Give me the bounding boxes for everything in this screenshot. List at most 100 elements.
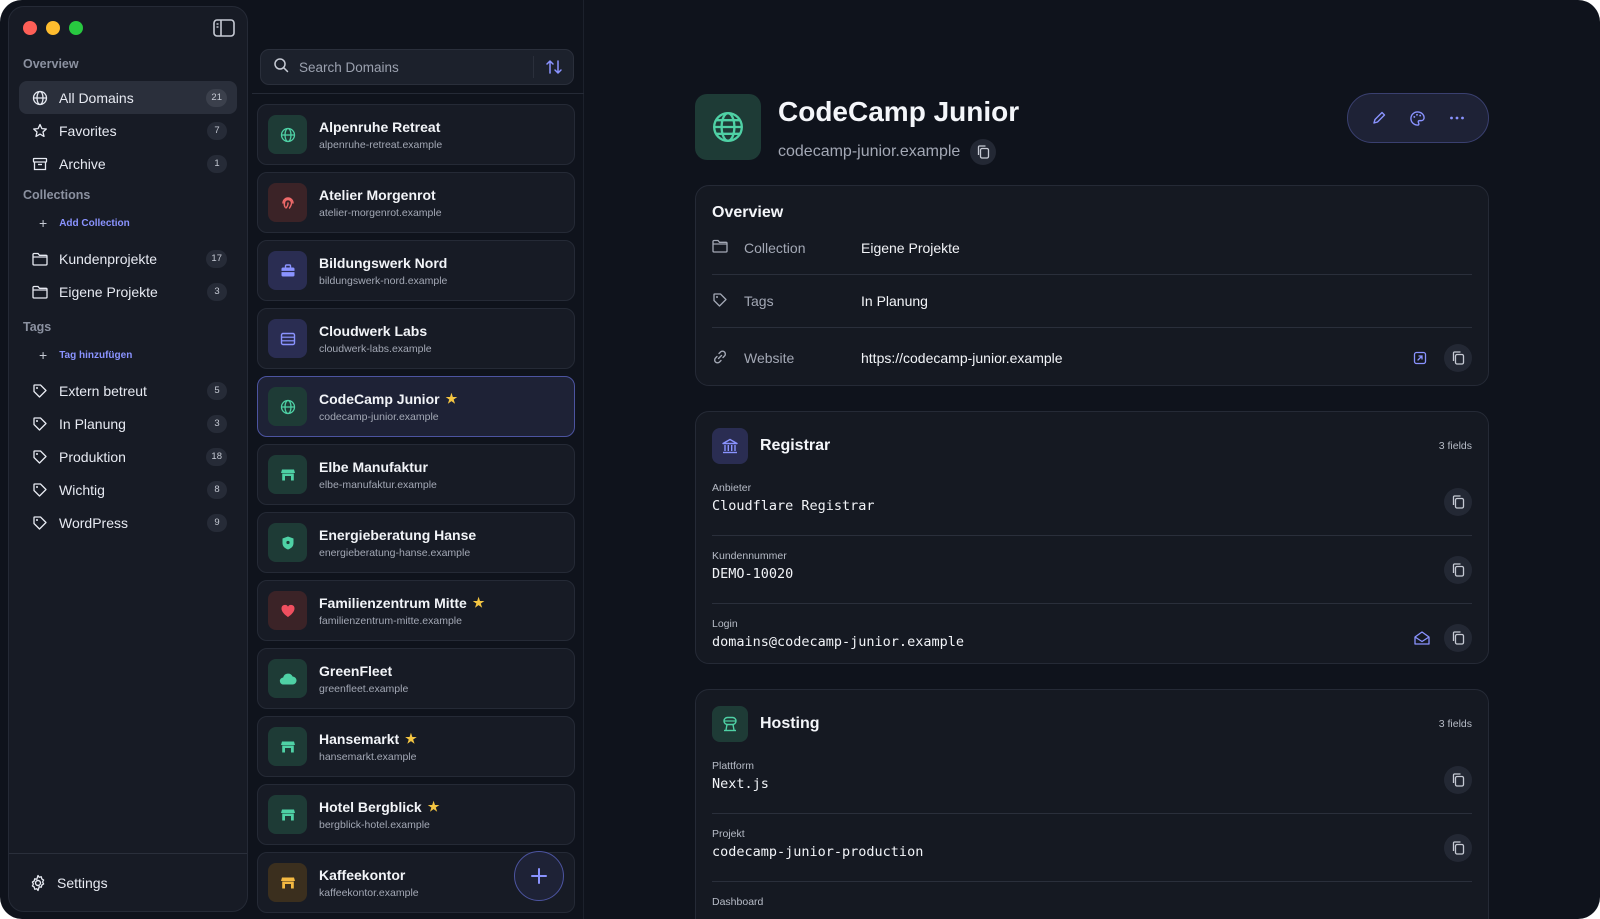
add-tag-button[interactable]: + Tag hinzufügen xyxy=(39,342,247,368)
domain-list-column: Alpenruhe Retreat alpenruhe-retreat.examp… xyxy=(252,0,584,919)
add-collection-label: Add Collection xyxy=(59,217,130,229)
favorite-star-icon: ★ xyxy=(405,730,417,746)
add-domain-button[interactable] xyxy=(514,851,564,901)
domain-name: Hotel Bergblick xyxy=(319,798,422,815)
store-icon xyxy=(268,795,307,834)
list-divider xyxy=(252,93,584,94)
hosting-panel: Hosting 3 fields Plattform Next.js Proje… xyxy=(695,689,1489,919)
search-bar xyxy=(260,49,574,85)
sidebar-item-eigene-projekte[interactable]: Eigene Projekte 3 xyxy=(19,275,237,308)
tag-icon xyxy=(31,415,49,433)
cloud-icon xyxy=(268,659,307,698)
overview-section: Overview All Domains 21 Favorites 7 Arch… xyxy=(9,57,247,180)
domain-card[interactable]: GreenFleet greenfleet.example xyxy=(257,648,575,709)
gear-icon xyxy=(29,874,47,892)
count-badge: 17 xyxy=(206,249,227,268)
sidebar-item-kundenprojekte[interactable]: Kundenprojekte 17 xyxy=(19,242,237,275)
count-badge: 5 xyxy=(207,381,227,400)
domain-name: Bildungswerk Nord xyxy=(319,254,448,271)
domain-url: codecamp-junior.example xyxy=(319,410,439,423)
domain-url: greenfleet.example xyxy=(319,682,409,695)
search-icon xyxy=(273,57,289,78)
copy-icon[interactable] xyxy=(970,139,997,165)
sort-icon[interactable] xyxy=(533,56,573,78)
copy-icon[interactable] xyxy=(1444,766,1472,794)
domain-card[interactable]: Energieberatung Hanse energieberatung-han… xyxy=(257,512,575,573)
overview-heading: Overview xyxy=(712,204,784,221)
copy-icon[interactable] xyxy=(1444,834,1472,862)
settings-button[interactable]: Settings xyxy=(9,853,247,911)
sidebar-item-tag[interactable]: Produktion 18 xyxy=(19,440,237,473)
domain-url: kaffeekontor.example xyxy=(319,886,419,899)
sidebar-item-label: Kundenprojekte xyxy=(59,250,158,267)
sidebar-item-label: Extern betreut xyxy=(59,382,147,399)
domain-card-selected[interactable]: CodeCamp Junior ★ codecamp-junior.example xyxy=(257,376,575,437)
registrar-heading: Registrar xyxy=(760,437,831,454)
overview-panel: Overview Collection Eigene Projekte Tags… xyxy=(695,185,1489,386)
window-controls xyxy=(23,21,83,35)
count-badge: 1 xyxy=(207,154,227,173)
zoom-window-button[interactable] xyxy=(69,21,83,35)
add-collection-button[interactable]: + Add Collection xyxy=(39,210,247,236)
field-label: Kundennummer xyxy=(712,550,787,562)
domain-url: bergblick-hotel.example xyxy=(319,818,430,831)
sidebar-item-tag[interactable]: Wichtig 8 xyxy=(19,473,237,506)
plus-icon: + xyxy=(39,215,48,231)
minimize-window-button[interactable] xyxy=(46,21,60,35)
domain-card[interactable]: Atelier Morgenrot atelier-morgenrot.examp… xyxy=(257,172,575,233)
sidebar-item-label: Eigene Projekte xyxy=(59,283,158,300)
count-badge: 3 xyxy=(207,282,227,301)
more-options-icon[interactable] xyxy=(1444,105,1470,131)
domain-card[interactable]: Elbe Manufaktur elbe-manufaktur.example xyxy=(257,444,575,505)
sidebar-item-archive[interactable]: Archive 1 xyxy=(19,147,237,180)
domain-card[interactable]: Hotel Bergblick ★ bergblick-hotel.example xyxy=(257,784,575,845)
domain-name: Cloudwerk Labs xyxy=(319,322,428,339)
sidebar-item-label: All Domains xyxy=(59,89,134,106)
store-icon xyxy=(268,727,307,766)
website-row: Website https://codecamp-junior.example xyxy=(712,331,1472,384)
copy-icon[interactable] xyxy=(1444,556,1472,584)
website-link[interactable]: https://codecamp-junior.example xyxy=(861,350,1406,366)
field-label: Plattform xyxy=(712,760,755,772)
settings-label: Settings xyxy=(57,874,108,891)
search-input[interactable] xyxy=(299,59,533,75)
globe-icon xyxy=(31,89,49,107)
domain-url: bildungswerk-nord.example xyxy=(319,274,448,287)
palette-icon[interactable] xyxy=(1405,105,1431,131)
favorite-star-icon: ★ xyxy=(445,390,458,406)
sidebar-toggle-icon[interactable] xyxy=(213,19,235,37)
app-window: Overview All Domains 21 Favorites 7 Arch… xyxy=(0,0,1600,919)
domain-card[interactable]: Hansemarkt ★ hansemarkt.example xyxy=(257,716,575,777)
count-badge: 9 xyxy=(207,513,227,532)
sidebar-item-tag[interactable]: In Planung 3 xyxy=(19,407,237,440)
count-badge: 8 xyxy=(207,480,227,499)
field-row: Kundennummer DEMO-10020 xyxy=(712,536,1472,604)
domain-card[interactable]: Cloudwerk Labs cloudwerk-labs.example xyxy=(257,308,575,369)
globe-icon xyxy=(268,387,307,426)
sidebar-item-favorites[interactable]: Favorites 7 xyxy=(19,114,237,147)
domain-list: Alpenruhe Retreat alpenruhe-retreat.examp… xyxy=(257,104,575,919)
edit-pencil-icon[interactable] xyxy=(1366,105,1392,131)
field-value: DEMO-10020 xyxy=(712,566,794,582)
sidebar-item-tag[interactable]: WordPress 9 xyxy=(19,506,237,539)
registrar-header: Registrar 3 fields xyxy=(712,428,1472,464)
copy-icon[interactable] xyxy=(1444,488,1472,516)
close-window-button[interactable] xyxy=(23,21,37,35)
tags-section: Tags + Tag hinzufügen Extern betreut 5 In… xyxy=(9,320,247,539)
domain-url: hansemarkt.example xyxy=(319,750,417,763)
copy-icon[interactable] xyxy=(1444,343,1472,372)
shield-icon xyxy=(268,523,307,562)
domain-card[interactable]: Bildungswerk Nord bildungswerk-nord.examp… xyxy=(257,240,575,301)
mail-icon[interactable] xyxy=(1408,624,1436,652)
sidebar-item-tag[interactable]: Extern betreut 5 xyxy=(19,374,237,407)
open-external-icon[interactable] xyxy=(1406,344,1434,372)
hosting-header: Hosting 3 fields xyxy=(712,706,1472,742)
globe-icon xyxy=(268,115,307,154)
sidebar-item-all-domains[interactable]: All Domains 21 xyxy=(19,81,237,114)
store-icon xyxy=(268,863,307,902)
copy-icon[interactable] xyxy=(1444,624,1472,652)
domain-card[interactable]: Alpenruhe Retreat alpenruhe-retreat.examp… xyxy=(257,104,575,165)
collection-row: Collection Eigene Projekte xyxy=(712,222,1472,275)
domain-card[interactable]: Familienzentrum Mitte ★ familienzentrum-mi… xyxy=(257,580,575,641)
hosting-icon xyxy=(712,706,748,742)
